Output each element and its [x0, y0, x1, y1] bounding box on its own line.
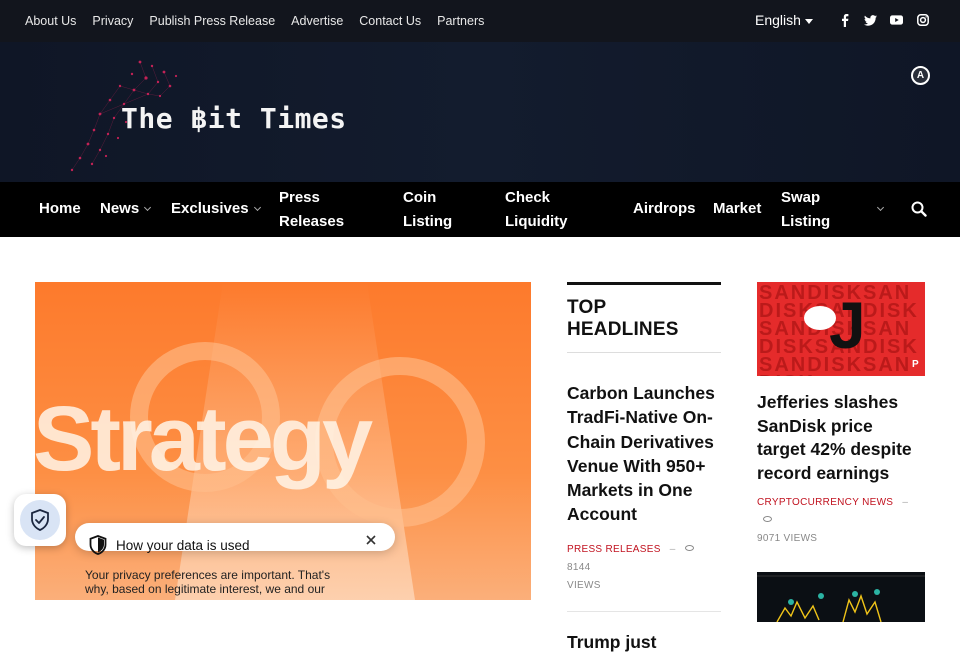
privacy-popup-body: Your privacy preferences are important. … [85, 568, 331, 596]
nav-item-press-releases[interactable]: Press Releases [279, 186, 359, 234]
shield-check-icon [31, 509, 49, 531]
chart-thumbnail-graphic [757, 575, 925, 622]
privacy-settings-button[interactable] [14, 494, 66, 546]
top-link-about-us[interactable]: About Us [25, 14, 76, 28]
instagram-icon[interactable] [916, 13, 929, 27]
top-links: About Us Privacy Publish Press Release A… [25, 14, 500, 28]
site-header-banner: The ฿it Times A [0, 42, 960, 182]
top-link-advertise[interactable]: Advertise [291, 14, 343, 28]
main-nav: Home News Exclusives Press Releases Coin… [0, 182, 960, 237]
views-label: VIEWS [567, 579, 601, 591]
chevron-down-icon [876, 203, 885, 212]
headline-link[interactable]: Jefferies slashes SanDisk price target 4… [757, 391, 925, 485]
caret-down-icon [804, 18, 813, 24]
nav-more[interactable] [872, 197, 885, 221]
headline-link[interactable]: Carbon Launches TradFi-Native On-Chain D… [567, 381, 721, 527]
hero-image[interactable]: Strategy [35, 282, 531, 600]
privacy-popup: How your data is used [75, 523, 395, 555]
shield-icon [89, 535, 107, 555]
divider [567, 282, 721, 285]
divider [567, 352, 721, 353]
nav-item-market[interactable]: Market [713, 197, 761, 221]
nav-item-airdrops[interactable]: Airdrops [633, 197, 696, 221]
article-meta: CRYPTOCURRENCY NEWS – 9071 VIEWS [757, 497, 909, 544]
chevron-down-icon [253, 203, 261, 212]
article-thumbnail[interactable]: SANDISKSANDISKSANDISKSANDISKSANDISKSANDI… [757, 282, 925, 376]
nav-item-home[interactable]: Home [39, 197, 81, 221]
language-label: English [755, 12, 801, 28]
top-link-publish-press-release[interactable]: Publish Press Release [149, 14, 275, 28]
nav-item-news[interactable]: News [100, 197, 152, 221]
facebook-icon[interactable] [838, 13, 851, 27]
publisher-logo: P [912, 359, 919, 370]
language-selector[interactable]: English [755, 12, 813, 28]
privacy-button-bg [20, 500, 60, 540]
top-link-privacy[interactable]: Privacy [92, 14, 133, 28]
nav-item-check-liquidity[interactable]: Check Liquidity [505, 186, 585, 234]
chevron-down-icon [144, 203, 152, 212]
privacy-popup-title: How your data is used [116, 538, 250, 553]
nav-item-exclusives[interactable]: Exclusives [171, 197, 261, 221]
headline-link[interactable]: Trump just [567, 632, 721, 653]
divider [567, 610, 721, 612]
social-links [838, 13, 929, 27]
youtube-icon[interactable] [890, 13, 903, 27]
a-badge-icon[interactable]: A [911, 66, 930, 85]
eye-icon [763, 516, 772, 522]
category-link[interactable]: CRYPTOCURRENCY NEWS [757, 497, 893, 508]
view-count: 9071 [757, 533, 781, 544]
site-logo[interactable]: The ฿it Times [121, 102, 347, 135]
category-link[interactable]: PRESS RELEASES [567, 544, 661, 555]
top-link-partners[interactable]: Partners [437, 14, 484, 28]
views-label: VIEWS [783, 533, 818, 544]
article-meta: PRESS RELEASES – 8144 VIEWS [567, 541, 721, 595]
article-thumbnail[interactable] [757, 572, 925, 622]
side-articles: SANDISKSANDISKSANDISKSANDISKSANDISKSANDI… [757, 282, 925, 622]
top-link-contact-us[interactable]: Contact Us [359, 14, 421, 28]
top-bar: About Us Privacy Publish Press Release A… [0, 0, 960, 42]
section-title: TOP HEADLINES [567, 297, 679, 340]
view-count: 8144 [567, 561, 591, 573]
hero-image-word: Strategy [35, 388, 373, 490]
nav-item-swap-listing[interactable]: Swap Listing [781, 186, 871, 234]
search-icon[interactable] [911, 201, 927, 217]
nav-item-coin-listing[interactable]: Coin Listing [403, 186, 463, 234]
jefferies-logo-graphic: J [829, 288, 866, 362]
close-icon[interactable] [364, 533, 378, 547]
twitter-icon[interactable] [864, 13, 877, 27]
top-headlines: TOP HEADLINES Carbon Launches TradFi-Nat… [567, 282, 721, 653]
eye-icon [684, 544, 694, 551]
